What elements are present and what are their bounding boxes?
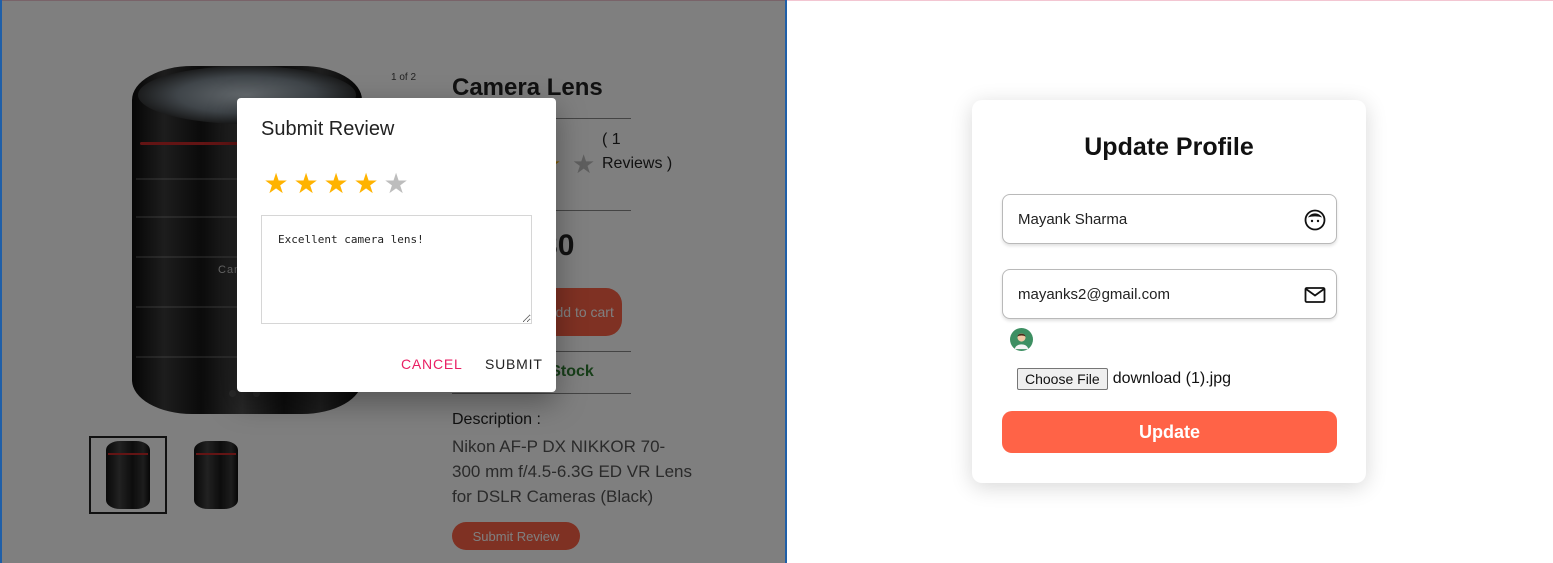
avatar-preview xyxy=(1010,328,1033,351)
review-textarea[interactable]: Excellent camera lens! xyxy=(261,215,532,324)
dialog-title: Submit Review xyxy=(261,118,395,140)
submit-button[interactable]: SUBMIT xyxy=(485,356,543,372)
update-profile-card: Update Profile Choose File xyxy=(972,100,1366,483)
star-icon[interactable]: ★ xyxy=(381,168,411,200)
top-border xyxy=(787,0,1553,1)
rating-input[interactable]: ★ ★ ★ ★ ★ xyxy=(261,168,411,200)
star-icon[interactable]: ★ xyxy=(321,168,351,200)
update-profile-pane: Update Profile Choose File xyxy=(787,0,1553,563)
email-input[interactable] xyxy=(1018,285,1298,303)
update-button[interactable]: Update xyxy=(1002,411,1337,453)
name-field[interactable] xyxy=(1002,194,1337,244)
face-icon xyxy=(1304,209,1326,231)
file-name: download (1).jpg xyxy=(1112,370,1231,387)
page-title: Update Profile xyxy=(1084,133,1254,161)
mail-icon xyxy=(1304,287,1326,303)
submit-review-dialog: Submit Review ★ ★ ★ ★ ★ Excellent camera len… xyxy=(237,98,556,392)
star-icon[interactable]: ★ xyxy=(351,168,381,200)
choose-file-button[interactable]: Choose File xyxy=(1017,368,1108,390)
star-icon[interactable]: ★ xyxy=(291,168,321,200)
cancel-button[interactable]: CANCEL xyxy=(401,356,463,372)
file-upload: Choose File download (1).jpg xyxy=(1017,368,1231,390)
name-input[interactable] xyxy=(1018,210,1298,228)
product-details-pane: Canon 1 of 2 Camera Lens ★★★★★ ( 1 Revie… xyxy=(0,0,787,563)
star-icon[interactable]: ★ xyxy=(261,168,291,200)
email-field[interactable] xyxy=(1002,269,1337,319)
